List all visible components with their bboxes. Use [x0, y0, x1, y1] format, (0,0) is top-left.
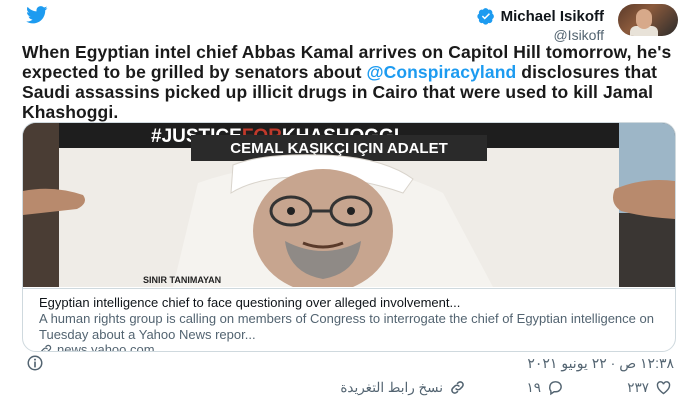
info-icon[interactable] [26, 354, 44, 372]
verified-badge-icon [477, 8, 494, 25]
card-domain-text: news.yahoo.com [57, 342, 155, 352]
card-title[interactable]: Egyptian intelligence chief to face ques… [39, 295, 460, 310]
tweet-card: Michael Isikoff @Isikoff When Egyptian i… [0, 0, 700, 400]
tweet-timestamp[interactable]: ١٢:٣٨ ص · ٢٢ يونيو ٢٠٢١ [527, 355, 674, 372]
card-meta[interactable]: Egyptian intelligence chief to face ques… [23, 288, 675, 352]
card-description: A human rights group is calling on membe… [39, 311, 654, 342]
heart-icon [656, 381, 671, 395]
tweet-text: When Egyptian intel chief Abbas Kamal ar… [22, 42, 682, 122]
link-icon [451, 381, 464, 394]
like-count: ٢٣٧ [627, 379, 649, 395]
author-handle[interactable]: @Isikoff [477, 27, 604, 43]
banner-subtitle: CEMAL KAŞIKÇI IÇIN ADALET [230, 140, 448, 157]
card-image[interactable]: #JUSTICEFORKHASHOGGI CEMAL KAŞIKÇI IÇIN … [23, 123, 675, 287]
poster-footer-text: SINIR TANIMAYAN [143, 275, 221, 285]
avatar-face [636, 9, 652, 29]
author-name[interactable]: Michael Isikoff [501, 8, 604, 25]
copy-link-button[interactable]: نسخ رابط التغريدة [340, 379, 466, 396]
reply-count: ١٩ [526, 379, 541, 395]
link-preview-card[interactable]: #JUSTICEFORKHASHOGGI CEMAL KAŞIKÇI IÇIN … [22, 122, 676, 352]
card-domain[interactable]: news.yahoo.com [39, 342, 155, 352]
link-icon [40, 344, 52, 351]
tweet-actions: ٢٣٧ ١٩ نسخ رابط التغريدة [0, 376, 700, 400]
like-button[interactable]: ٢٣٧ [627, 379, 672, 396]
copy-link-label: نسخ رابط التغريدة [340, 379, 443, 395]
protest-photo: #JUSTICEFORKHASHOGGI CEMAL KAŞIKÇI IÇIN … [23, 123, 675, 287]
twitter-logo-icon[interactable] [22, 6, 52, 24]
comment-icon [549, 381, 562, 396]
reply-button[interactable]: ١٩ [526, 379, 564, 396]
author-block[interactable]: Michael Isikoff @Isikoff [477, 7, 604, 43]
mention-link[interactable]: @Conspiracyland [366, 62, 516, 82]
avatar[interactable] [618, 4, 678, 36]
